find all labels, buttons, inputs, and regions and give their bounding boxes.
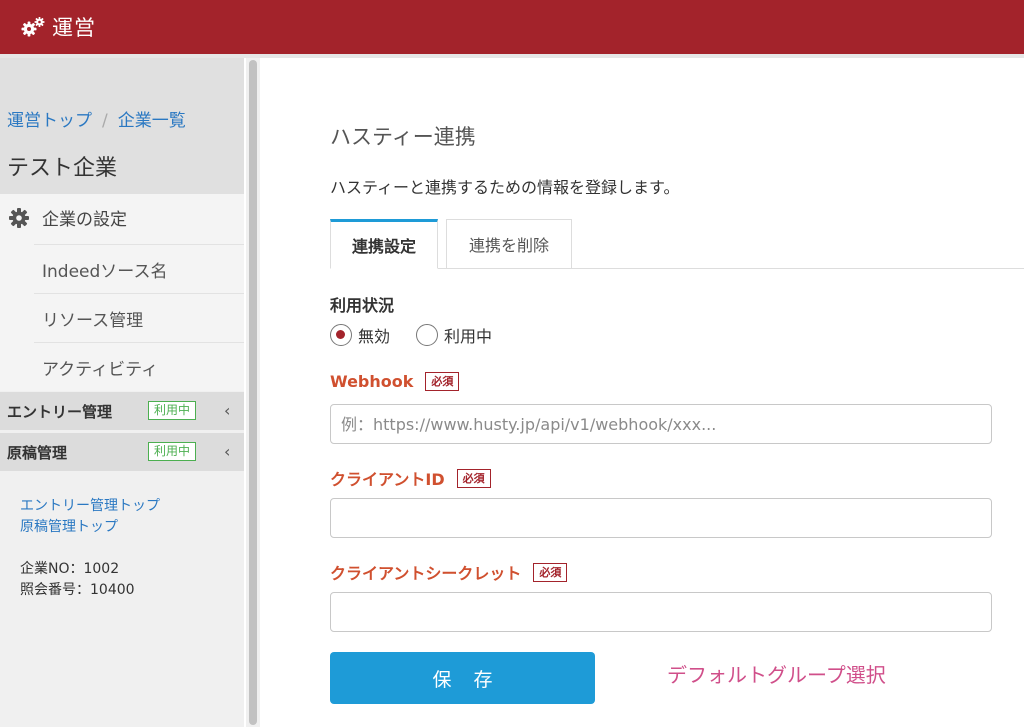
sidebar: 運営トップ / 企業一覧 テスト企業 企業の設定 Indeedソース名 リソース…: [0, 58, 244, 727]
sidebar-group-label: 原稿管理: [7, 443, 68, 462]
company-number: 企業NO：1002: [20, 561, 120, 577]
radio-option-disabled[interactable]: 無効: [330, 323, 390, 347]
client-id-input[interactable]: [330, 498, 992, 538]
save-button[interactable]: 保存: [330, 652, 595, 704]
status-badge: 利用中: [148, 442, 197, 461]
tab-link-settings[interactable]: 連携設定: [330, 219, 438, 269]
sidebar-header: 運営トップ / 企業一覧 テスト企業: [0, 58, 244, 194]
radio-option-in-use[interactable]: 利用中: [416, 323, 492, 347]
radio-in-use[interactable]: [416, 324, 439, 346]
company-settings-header[interactable]: 企業の設定: [8, 205, 127, 230]
radio-label: 無効: [358, 327, 391, 346]
top-bar: 運営: [0, 0, 1024, 54]
breadcrumb-link-admin-top[interactable]: 運営トップ: [7, 111, 92, 131]
link-manuscript-management-top[interactable]: 原稿管理トップ: [20, 516, 118, 536]
field-label-text: クライアントID: [330, 470, 445, 489]
client-secret-label: クライアントシークレット 必須: [330, 560, 568, 584]
sidebar-scrollbar[interactable]: [246, 58, 260, 727]
status-label: 利用状況: [330, 296, 395, 315]
webhook-label: Webhook 必須: [330, 372, 460, 391]
app-title: 運営: [52, 16, 96, 40]
required-badge: 必須: [533, 562, 568, 582]
required-badge: 必須: [456, 468, 491, 488]
tab-delete-link[interactable]: 連携を削除: [446, 219, 572, 269]
page-description: ハスティーと連携するための情報を登録します。: [330, 178, 680, 197]
sidebar-group-entry-management[interactable]: エントリー管理 利用中 ‹: [0, 392, 244, 430]
radio-disabled[interactable]: [330, 324, 352, 346]
sidebar-group-label: エントリー管理: [7, 402, 113, 421]
company-settings-label: 企業の設定: [42, 210, 127, 230]
sidebar-item-indeed-source-name[interactable]: Indeedソース名: [34, 244, 244, 293]
radio-label: 利用中: [444, 327, 493, 346]
gears-icon: [20, 16, 46, 38]
breadcrumb-separator: /: [102, 111, 108, 131]
required-badge: 必須: [425, 372, 460, 391]
webhook-input[interactable]: [330, 404, 992, 444]
client-id-label: クライアントID 必須: [330, 466, 491, 490]
status-radio-group: 無効 利用中: [330, 323, 518, 347]
field-label-text: Webhook: [330, 372, 414, 391]
sidebar-item-resource-management[interactable]: リソース管理: [34, 293, 244, 342]
breadcrumb: 運営トップ / 企業一覧: [7, 106, 186, 131]
field-label-text: クライアントシークレット: [330, 564, 522, 583]
sidebar-item-activity[interactable]: アクティビティ: [34, 342, 244, 391]
reference-number: 照会番号：10400: [20, 582, 135, 598]
sidebar-group-manuscript-management[interactable]: 原稿管理 利用中 ‹: [0, 433, 244, 471]
link-entry-management-top[interactable]: エントリー管理トップ: [20, 495, 160, 515]
status-badge: 利用中: [148, 401, 197, 420]
client-secret-input[interactable]: [330, 592, 992, 632]
breadcrumb-link-company-list[interactable]: 企業一覧: [118, 111, 186, 131]
chevron-left-icon: ‹: [224, 401, 231, 420]
chevron-left-icon: ‹: [224, 442, 231, 461]
gear-icon: [8, 207, 30, 229]
company-name: テスト企業: [7, 156, 118, 181]
default-group-select-link[interactable]: デフォルトグループ選択: [667, 659, 886, 688]
scrollbar-thumb[interactable]: [249, 60, 257, 725]
company-settings-section: 企業の設定 Indeedソース名 リソース管理 アクティビティ: [0, 194, 244, 391]
page-title: ハスティー連携: [330, 125, 476, 149]
